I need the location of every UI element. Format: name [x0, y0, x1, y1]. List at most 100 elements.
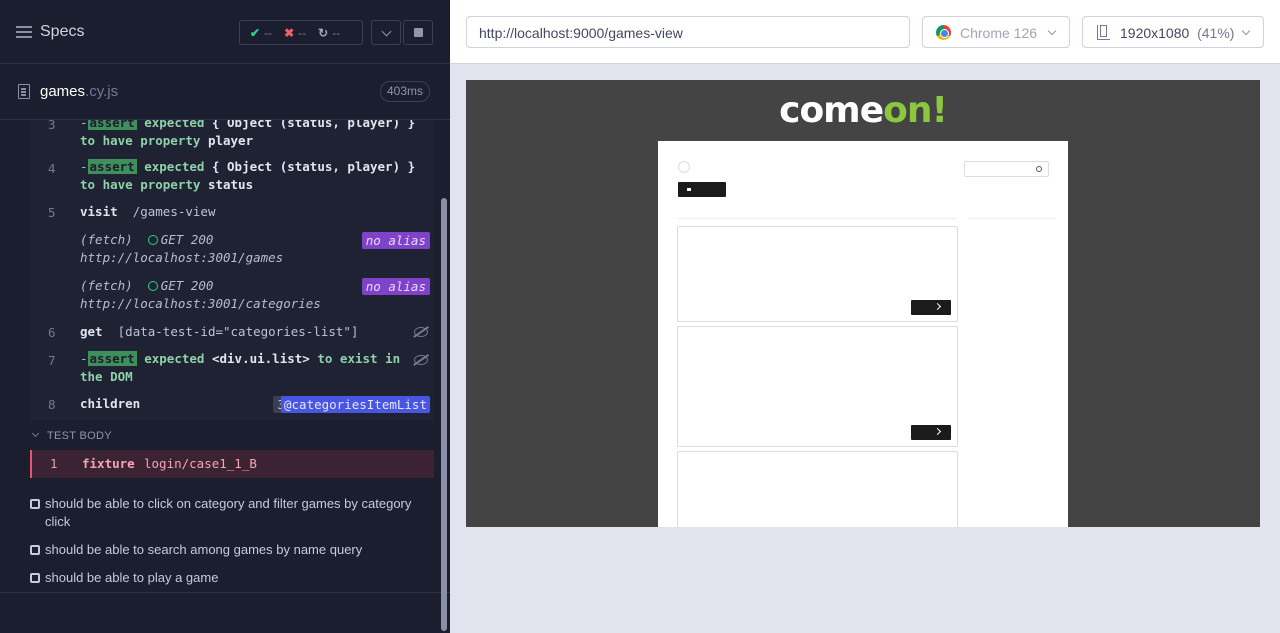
document-icon [18, 84, 30, 99]
fixture-row[interactable]: 1 fixture login/case1_1_B [30, 450, 434, 478]
command-text: - assert expected <div.ui.list> to exist … [80, 351, 401, 384]
fetch-method: GET 200 [160, 278, 214, 293]
assert-label: assert [87, 351, 137, 366]
test-item[interactable]: should be able to click on category and … [30, 495, 430, 531]
test-item[interactable]: should be able to play a game [30, 569, 430, 587]
file-ext: .cy.js [85, 83, 119, 100]
assert-value: player [207, 133, 254, 148]
play-button[interactable] [911, 300, 951, 315]
assert-text-2: to have property [80, 133, 201, 148]
assert-subject: <div.ui.list> [211, 351, 310, 366]
command-name: visit [80, 204, 118, 219]
command-row[interactable]: 6 get [data-test-id="categories-list"] [30, 323, 434, 351]
status-circle-icon [147, 235, 158, 245]
logout-button[interactable] [678, 182, 726, 197]
test-title: should be able to play a game [45, 570, 219, 585]
test-item[interactable]: should be able to search among games by … [30, 541, 430, 559]
command-number: 4 [48, 161, 56, 176]
command-log[interactable]: 3 - assert expected { Object (status, pla… [30, 120, 434, 420]
command-text: - assert expected { Object (status, playe… [80, 159, 416, 192]
command-row[interactable]: 3 - assert expected { Object (status, pla… [30, 120, 434, 161]
assert-text: expected [144, 159, 205, 174]
command-row[interactable]: 7 - assert expected <div.ui.list> to exis… [30, 351, 434, 397]
test-body-header[interactable]: TEST BODY [30, 428, 434, 446]
stop-button[interactable] [403, 20, 433, 45]
viewport-size: 1920x1080 [1120, 25, 1190, 41]
command-text: - assert expected { Object (status, playe… [80, 120, 420, 150]
spec-file-name[interactable]: games.cy.js [40, 83, 118, 100]
pending-checkbox-icon [30, 545, 40, 555]
viewport-label: 1920x1080 (41%) [1120, 25, 1234, 41]
command-text: visit /games-view [80, 203, 420, 221]
assert-label: assert [87, 159, 137, 174]
fetch-method: GET 200 [160, 232, 214, 247]
divider [968, 218, 1056, 219]
eye-slash-icon [414, 355, 428, 365]
fetch-row[interactable]: (fetch) GET 200 http://localhost:3001/ca… [30, 278, 434, 323]
fetch-row[interactable]: (fetch) GET 200 http://localhost:3001/ga… [30, 232, 434, 277]
assert-subject: { Object (status, player) } [211, 159, 416, 174]
avatar [678, 161, 690, 173]
browser-selector[interactable]: Chrome 126 [922, 16, 1070, 48]
command-number: 5 [48, 205, 56, 220]
spec-file-header: games.cy.js 403ms [0, 64, 450, 120]
command-name: children [80, 396, 141, 411]
fetch-url: http://localhost:3001/categories [80, 296, 321, 311]
viewport-selector[interactable]: 1920x1080 (41%) [1082, 16, 1264, 48]
reporter-header: Specs ✔ -- ✖ -- ↻ -- [0, 0, 450, 64]
test-body-label: TEST BODY [47, 430, 112, 442]
chevron-down-icon [1241, 26, 1251, 36]
command-row[interactable]: 8 children 3 @categoriesItemList [30, 396, 434, 420]
command-name: fixture [82, 456, 135, 471]
specs-title[interactable]: Specs [40, 23, 84, 41]
search-input[interactable] [964, 161, 1049, 177]
divider [678, 218, 956, 219]
test-title: should be able to click on category and … [45, 496, 412, 529]
pending-stat: ↻ -- [318, 25, 341, 40]
app-under-test[interactable]: comeon! [466, 80, 1260, 527]
assert-text-2: the DOM [80, 369, 133, 384]
command-number: 8 [48, 397, 56, 412]
chevron-down-icon[interactable] [371, 20, 401, 45]
assert-subject: { Object (status, player) } [211, 120, 416, 130]
eye-slash-icon [414, 327, 428, 337]
command-row[interactable]: 4 - assert expected { Object (status, pla… [30, 159, 434, 205]
browser-label: Chrome 126 [960, 25, 1038, 41]
preview-toolbar: http://localhost:9000/games-view Chrome … [450, 0, 1280, 64]
spinner-icon: ↻ [318, 25, 329, 40]
viewport-zoom: (41%) [1197, 25, 1235, 41]
test-stats: ✔ -- ✖ -- ↻ -- [239, 20, 363, 45]
command-row[interactable]: 5 visit /games-view [30, 203, 434, 231]
chrome-icon [936, 25, 951, 40]
play-button[interactable] [911, 425, 951, 440]
app-page [658, 141, 1068, 527]
passed-stat: ✔ -- [250, 25, 273, 40]
app-preview-panel: http://localhost:9000/games-view Chrome … [450, 0, 1280, 633]
alias-badge: no alias [361, 278, 430, 295]
alias-badge: no alias [361, 232, 430, 249]
test-title: should be able to search among games by … [45, 542, 363, 557]
assert-text: expected [144, 351, 205, 366]
assert-text-2: to have property [80, 177, 201, 192]
assert-value: status [207, 177, 254, 192]
file-name: games [40, 83, 86, 100]
assert-label: assert [87, 120, 137, 130]
scrollbar[interactable] [441, 198, 447, 631]
pending-checkbox-icon [30, 573, 40, 583]
command-text: get [data-test-id="categories-list"] [80, 323, 420, 341]
url-bar[interactable]: http://localhost:9000/games-view [466, 16, 910, 48]
pending-checkbox-icon [30, 499, 40, 509]
check-icon: ✔ [250, 25, 261, 40]
command-number: 6 [48, 325, 56, 340]
specs-list-icon[interactable] [16, 26, 32, 40]
logo-part: come [779, 90, 884, 131]
ruler-icon [1097, 25, 1110, 40]
fetch-url: http://localhost:3001/games [80, 250, 284, 265]
duration-badge: 403ms [380, 81, 431, 102]
command-name: get [80, 324, 103, 339]
command-arg: /games-view [132, 204, 216, 219]
assert-text: expected [144, 120, 205, 130]
fetch-label: (fetch) [80, 278, 133, 293]
logo-part: on! [883, 90, 948, 131]
game-card [677, 326, 958, 447]
